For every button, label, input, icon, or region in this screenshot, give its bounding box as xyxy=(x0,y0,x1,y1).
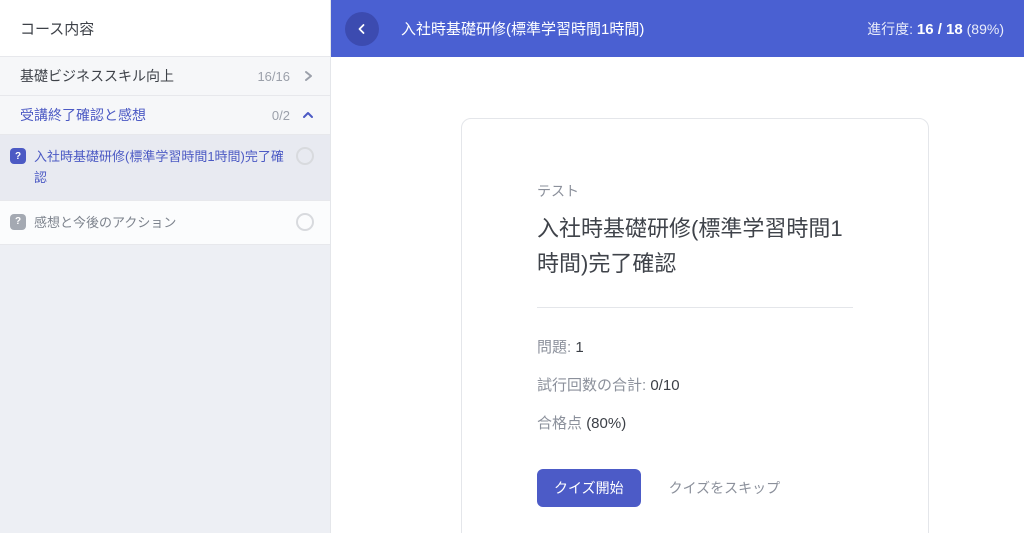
chevron-up-icon xyxy=(302,109,314,121)
sidebar-item-label: 感想と今後のアクション xyxy=(34,212,288,233)
quiz-question-icon: ? xyxy=(10,214,26,230)
section-progress-count: 16/16 xyxy=(257,69,290,84)
chevron-right-icon xyxy=(302,70,314,82)
quiz-attempts: 試行回数の合計: 0/10 xyxy=(537,374,853,395)
sidebar-item-feedback[interactable]: ? 感想と今後のアクション xyxy=(0,201,330,245)
sidebar-item-completion-quiz[interactable]: ? 入社時基礎研修(標準学習時間1時間)完了確認 xyxy=(0,135,330,201)
lesson-title: 入社時基礎研修(標準学習時間1時間) xyxy=(401,18,867,39)
progress-value: 16 / 18 xyxy=(917,21,963,38)
card-divider xyxy=(537,307,853,308)
progress-label: 進行度: xyxy=(867,21,913,37)
sidebar-title: コース内容 xyxy=(0,0,330,57)
chevron-left-icon xyxy=(355,22,369,36)
back-button[interactable] xyxy=(345,12,379,46)
lesson-topbar: 入社時基礎研修(標準学習時間1時間) 進行度: 16 / 18 (89%) xyxy=(331,0,1024,57)
main-area: 入社時基礎研修(標準学習時間1時間) 進行度: 16 / 18 (89%) テス… xyxy=(331,0,1024,533)
course-content-sidebar: コース内容 基礎ビジネススキル向上 16/16 受講終了確認と感想 0/2 ? … xyxy=(0,0,331,533)
quiz-passing-score: 合格点 (80%) xyxy=(537,412,853,433)
sidebar-empty-area xyxy=(0,245,330,533)
quiz-question-icon: ? xyxy=(10,148,26,164)
sidebar-section-basic-skills[interactable]: 基礎ビジネススキル向上 16/16 xyxy=(0,57,330,96)
section-label: 基礎ビジネススキル向上 xyxy=(20,66,257,86)
progress-indicator: 進行度: 16 / 18 (89%) xyxy=(867,19,1004,39)
meta-value: (80%) xyxy=(586,415,626,432)
start-quiz-button[interactable]: クイズ開始 xyxy=(537,469,641,507)
sidebar-item-label: 入社時基礎研修(標準学習時間1時間)完了確認 xyxy=(34,146,288,189)
meta-value: 0/10 xyxy=(650,377,679,394)
incomplete-status-icon xyxy=(296,147,314,165)
quiz-title: 入社時基礎研修(標準学習時間1時間)完了確認 xyxy=(537,211,853,281)
sidebar-section-completion[interactable]: 受講終了確認と感想 0/2 xyxy=(0,96,330,135)
meta-label: 試行回数の合計: xyxy=(537,377,646,394)
section-label: 受講終了確認と感想 xyxy=(20,105,272,125)
quiz-type-label: テスト xyxy=(537,181,853,201)
quiz-question-count: 問題: 1 xyxy=(537,336,853,357)
meta-value: 1 xyxy=(575,339,583,356)
incomplete-status-icon xyxy=(296,213,314,231)
lesson-content: テスト 入社時基礎研修(標準学習時間1時間)完了確認 問題: 1 試行回数の合計… xyxy=(331,57,1024,533)
meta-label: 問題: xyxy=(537,339,571,356)
meta-label: 合格点 xyxy=(537,415,582,432)
skip-quiz-link[interactable]: クイズをスキップ xyxy=(669,478,781,498)
quiz-actions: クイズ開始 クイズをスキップ xyxy=(537,469,853,507)
quiz-start-card: テスト 入社時基礎研修(標準学習時間1時間)完了確認 問題: 1 試行回数の合計… xyxy=(461,118,929,533)
section-progress-count: 0/2 xyxy=(272,108,290,123)
progress-percent: (89%) xyxy=(967,21,1004,37)
